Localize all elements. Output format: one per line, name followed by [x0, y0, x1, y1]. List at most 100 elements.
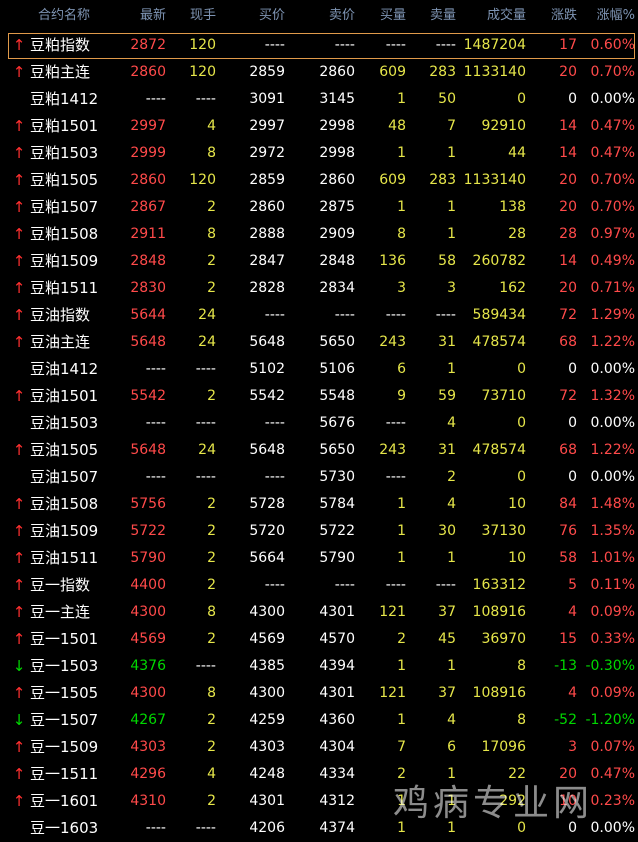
table-row[interactable]: ↑ 豆油主连 5648 24 5648 5650 243 31 478574 68 1.22% — [0, 329, 638, 356]
header-total-volume[interactable]: 成交量 — [456, 0, 526, 32]
bid-price: 4206 — [249, 820, 285, 836]
table-row[interactable]: ↑ 豆油1505 5648 24 5648 5650 243 31 478574 68 1.22% — [0, 437, 638, 464]
ask-volume: 45 — [438, 631, 456, 647]
current-volume: ---- — [195, 91, 216, 107]
table-row[interactable]: ↑ 豆粕1507 2867 2 2860 2875 1 1 138 20 0.70% — [0, 194, 638, 221]
table-row[interactable]: ↑ 豆一指数 4400 2 ---- ---- ---- ---- 163312 5 0.11% — [0, 572, 638, 599]
change: 20 — [559, 280, 577, 296]
bid-price: 2972 — [249, 145, 285, 161]
ask-price: 2998 — [319, 145, 355, 161]
table-row[interactable]: ↑ 豆粕1511 2830 2 2828 2834 3 3 162 20 0.71% — [0, 275, 638, 302]
ask-volume: 37 — [438, 604, 456, 620]
header-bid-volume[interactable]: 买量 — [355, 0, 406, 32]
up-arrow-icon: ↑ — [12, 252, 26, 270]
ask-price: 4360 — [319, 712, 355, 728]
total-volume: 36970 — [481, 631, 526, 647]
total-volume: 8 — [517, 658, 526, 674]
bid-price: 2997 — [249, 118, 285, 134]
table-row[interactable]: ↓ 豆一1503 4376 ---- 4385 4394 1 1 8 -13 -0.30% — [0, 653, 638, 680]
bid-volume: 6 — [397, 361, 406, 377]
change: 72 — [559, 307, 577, 323]
total-volume: 260782 — [472, 253, 526, 269]
table-row[interactable]: ↑ 豆一1505 4300 8 4300 4301 121 37 108916 4 0.09% — [0, 680, 638, 707]
ask-price: 2834 — [319, 280, 355, 296]
table-row[interactable]: ↑ 豆一1509 4303 2 4303 4304 7 6 17096 3 0.07% — [0, 734, 638, 761]
header-change-percent[interactable]: 涨幅% — [577, 0, 635, 32]
table-row[interactable]: ↑ 豆一1601 4310 2 4301 4312 1 1 292 10 0.23% — [0, 788, 638, 815]
contract-name: 豆粕1508 — [30, 225, 99, 243]
table-row[interactable]: ↑ 豆一主连 4300 8 4300 4301 121 37 108916 4 0.09% — [0, 599, 638, 626]
bid-price: 2859 — [249, 64, 285, 80]
last-price: 2860 — [130, 172, 166, 188]
table-row[interactable]: ↑ 豆油指数 5644 24 ---- ---- ---- ---- 589434 72 1.29% — [0, 302, 638, 329]
bid-volume: 1 — [397, 91, 406, 107]
header-ask-volume[interactable]: 卖量 — [406, 0, 456, 32]
up-arrow-icon: ↑ — [12, 36, 26, 54]
bid-volume: 3 — [397, 280, 406, 296]
bid-price: ---- — [264, 37, 285, 53]
total-volume: 162 — [499, 280, 526, 296]
contract-name: 豆一1509 — [30, 738, 99, 756]
ask-volume: 1 — [447, 766, 456, 782]
table-row[interactable]: ↑ 豆粕1508 2911 8 2888 2909 8 1 28 28 0.97% — [0, 221, 638, 248]
table-row[interactable]: ↑ 豆一1501 4569 2 4569 4570 2 45 36970 15 0.33% — [0, 626, 638, 653]
table-row[interactable]: ↑ 豆粕1505 2860 120 2859 2860 609 283 1133140 20 0.7… — [0, 167, 638, 194]
last-price: ---- — [145, 820, 166, 836]
table-row[interactable]: 豆一1603 ---- ---- 4206 4374 1 1 0 0 0.00% — [0, 815, 638, 842]
table-row[interactable]: 豆油1412 ---- ---- 5102 5106 6 1 0 0 0.00% — [0, 356, 638, 383]
ask-price: 2998 — [319, 118, 355, 134]
header-contract-name[interactable]: 合约名称 — [38, 0, 108, 32]
change-percent: 1.22% — [590, 334, 635, 350]
total-volume: 0 — [517, 469, 526, 485]
table-row[interactable]: ↑ 豆油1509 5722 2 5720 5722 1 30 37130 76 1.35% — [0, 518, 638, 545]
table-row[interactable]: ↑ 豆粕1509 2848 2 2847 2848 136 58 260782 14 0.49% — [0, 248, 638, 275]
table-header: 合约名称 最新 现手 买价 卖价 买量 卖量 成交量 涨跌 涨幅% — [0, 0, 638, 32]
current-volume: 2 — [207, 388, 216, 404]
header-current-volume[interactable]: 现手 — [166, 0, 216, 32]
table-row[interactable]: ↑ 豆粕1503 2999 8 2972 2998 1 1 44 14 0.47% — [0, 140, 638, 167]
ask-volume: 1 — [447, 658, 456, 674]
table-row[interactable]: ↓ 豆一1507 4267 2 4259 4360 1 4 8 -52 -1.20% — [0, 707, 638, 734]
change-percent: 0.07% — [590, 739, 635, 755]
table-row[interactable]: 豆油1507 ---- ---- ---- 5730 ---- 2 0 0 0.00% — [0, 464, 638, 491]
table-row[interactable]: ↑ 豆粕指数 2872 120 ---- ---- ---- ---- 1487204 17 0.6… — [0, 32, 638, 59]
bid-volume: 243 — [379, 442, 406, 458]
table-row[interactable]: ↑ 豆一1511 4296 4 4248 4334 2 1 22 20 0.47% — [0, 761, 638, 788]
table-row[interactable]: ↑ 豆油1511 5790 2 5664 5790 1 1 10 58 1.01% — [0, 545, 638, 572]
table-row[interactable]: ↑ 豆油1501 5542 2 5542 5548 9 59 73710 72 1.32% — [0, 383, 638, 410]
change: 14 — [559, 118, 577, 134]
table-row[interactable]: 豆粕1412 ---- ---- 3091 3145 1 50 0 0 0.00% — [0, 86, 638, 113]
change-percent: 0.00% — [590, 469, 635, 485]
contract-name: 豆油主连 — [30, 333, 91, 351]
bid-volume: ---- — [385, 37, 406, 53]
table-row[interactable]: ↑ 豆粕主连 2860 120 2859 2860 609 283 1133140 20 0.70% — [0, 59, 638, 86]
header-ask-price[interactable]: 卖价 — [285, 0, 355, 32]
change-percent: 1.29% — [590, 307, 635, 323]
change-percent: 0.70% — [590, 199, 635, 215]
bid-volume: 1 — [397, 496, 406, 512]
table-row[interactable]: 豆油1503 ---- ---- ---- 5676 ---- 4 0 0 0.00% — [0, 410, 638, 437]
total-volume: 73710 — [481, 388, 526, 404]
last-price: 5542 — [130, 388, 166, 404]
table-row[interactable]: ↑ 豆油1508 5756 2 5728 5784 1 4 10 84 1.48% — [0, 491, 638, 518]
up-arrow-icon: ↑ — [12, 576, 26, 594]
header-last-price[interactable]: 最新 — [108, 0, 166, 32]
contract-name: 豆粕1507 — [30, 198, 99, 216]
change-percent: 0.33% — [590, 631, 635, 647]
change-percent: 1.22% — [590, 442, 635, 458]
last-price: 5648 — [130, 334, 166, 350]
change-percent: 0.47% — [590, 118, 635, 134]
bid-price: 5648 — [249, 442, 285, 458]
contract-name: 豆一主连 — [30, 603, 91, 621]
change-percent: 0.60% — [590, 37, 635, 53]
change-percent: 0.00% — [590, 361, 635, 377]
change: 3 — [568, 739, 577, 755]
bid-volume: 243 — [379, 334, 406, 350]
last-price: ---- — [145, 415, 166, 431]
current-volume: 2 — [207, 253, 216, 269]
header-change[interactable]: 涨跌 — [526, 0, 577, 32]
table-row[interactable]: ↑ 豆粕1501 2997 4 2997 2998 48 7 92910 14 0.47% — [0, 113, 638, 140]
total-volume: 10 — [508, 550, 526, 566]
bid-volume: 1 — [397, 199, 406, 215]
header-bid-price[interactable]: 买价 — [216, 0, 285, 32]
